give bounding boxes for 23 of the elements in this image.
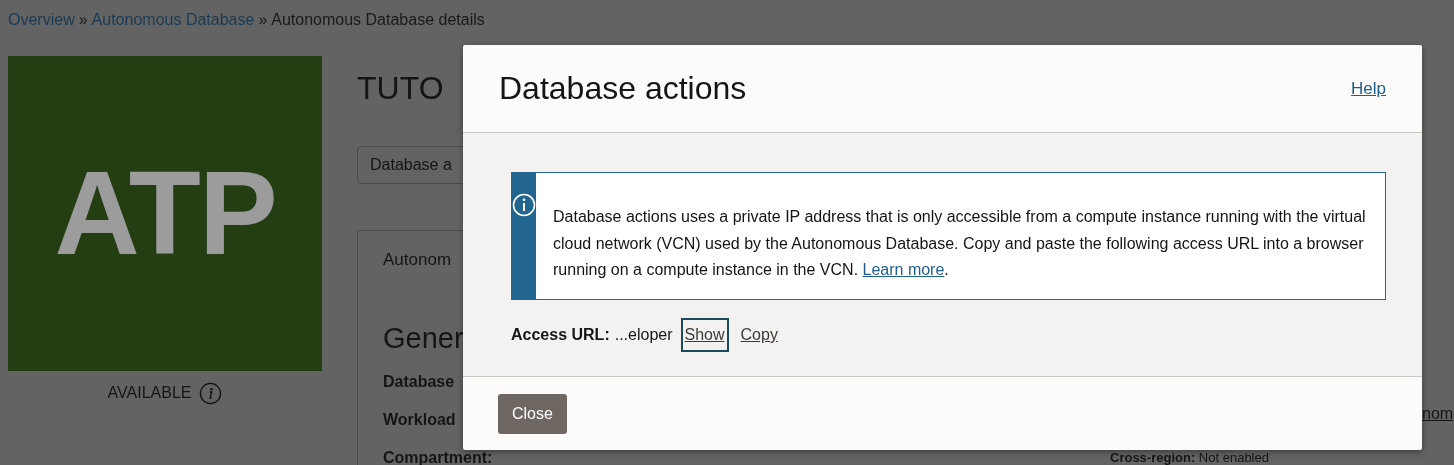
close-button[interactable]: Close [498,393,567,434]
field-label: Cross-region: [1110,450,1196,465]
learn-more-link[interactable]: Learn more [862,261,945,278]
logo-text: ATP [54,146,276,281]
breadcrumb-separator: » [258,11,268,28]
field-label: Workload [383,410,456,430]
field-label: Database [383,372,455,392]
section-title: Gener [383,320,464,356]
dialog-title: Database actions [499,69,747,108]
help-link[interactable]: Help [1351,75,1386,102]
page-title: TUTO [357,69,445,104]
access-url-label: Access URL: [511,325,610,345]
status-label: AVAILABLE [107,383,192,403]
tab[interactable]: Autonom [383,247,452,273]
field-value: Not enabled [1198,450,1269,465]
breadcrumb-separator: » [78,11,88,28]
info-icon[interactable] [199,381,223,405]
link-button[interactable]: Show [680,318,729,352]
access-url-value: ...eloper [614,325,673,345]
link-button[interactable]: Copy [736,318,782,352]
link[interactable]: nom [1422,402,1454,426]
breadcrumb-current: Autonomous Database details [271,11,485,28]
info-message: Database actions uses a private IP address that is only accessible from a compute instance running with the virtual cloud network (VCN) used by the Autonomous Database. Copy and paste the following access URL into a browser running on a compute instance in the VCN. Learn more. [552,207,1367,280]
